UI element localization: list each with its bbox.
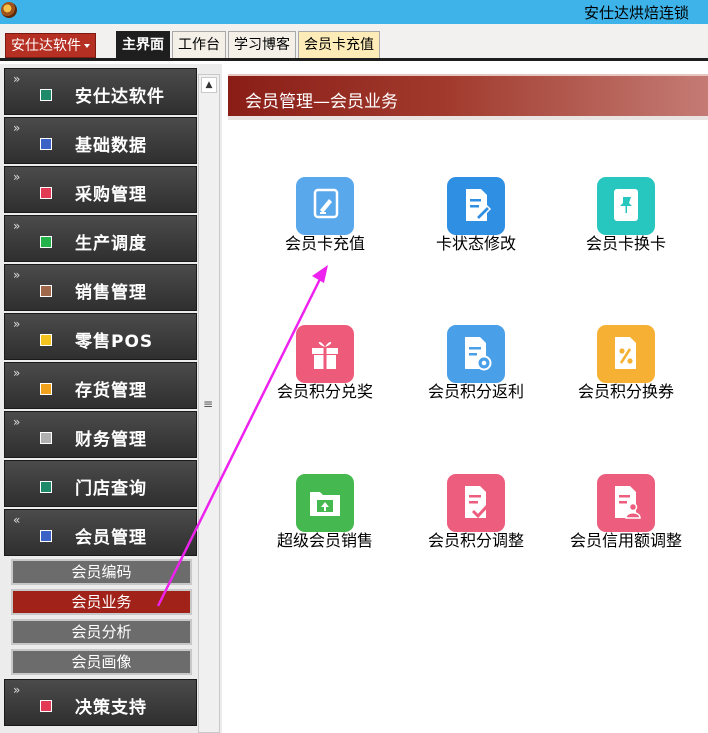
annotation-arrow: [156, 265, 328, 607]
app-window: 安仕达烘焙连锁 安仕达软件 主界面 工作台 学习博客 会员卡充值 » 安仕达软件…: [0, 0, 708, 733]
